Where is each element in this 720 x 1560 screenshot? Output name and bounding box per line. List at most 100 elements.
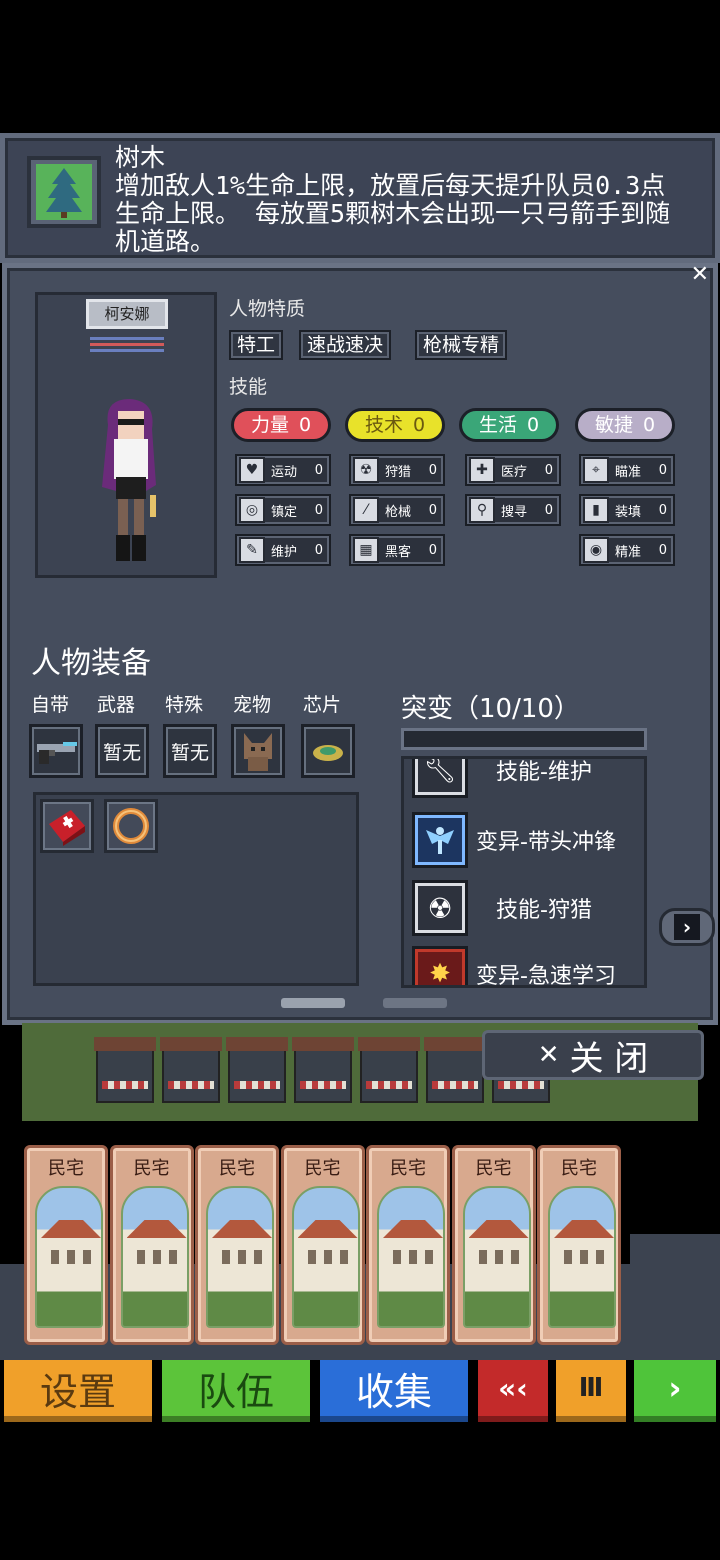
inventory-item[interactable] — [104, 799, 158, 853]
skill-value: 0 — [658, 542, 667, 558]
trait-tag[interactable]: 速战速决 — [299, 330, 392, 360]
gun-icon — [37, 742, 77, 764]
traits-label: 人物特质 — [229, 298, 306, 320]
trait-tag[interactable]: 枪械专精 — [415, 330, 508, 360]
close-label: 关 闭 — [569, 1038, 649, 1079]
pet-slot[interactable] — [231, 724, 285, 778]
health-bars — [90, 337, 164, 355]
bullet-icon: ⁄ — [353, 497, 379, 523]
play-button[interactable]: › — [634, 1360, 716, 1422]
skill-value: 0 — [544, 462, 553, 478]
skill-7[interactable]: ▮ 装填 0 — [579, 494, 675, 526]
skill-label: 黑客 — [385, 544, 412, 560]
team-button[interactable]: 队伍 — [162, 1360, 310, 1422]
stat-pill[interactable]: 技术 0 — [345, 408, 445, 442]
mutation-label: 变异-带头冲锋 — [476, 830, 616, 855]
character-name: 柯安娜 — [86, 299, 168, 329]
settings-button[interactable]: 设置 — [4, 1360, 152, 1422]
next-page-button[interactable]: › — [659, 908, 715, 946]
portrait-panel: 柯安娜 — [35, 292, 217, 578]
crosshair-icon: ⌖ — [583, 457, 609, 483]
close-button[interactable]: ✕ 关 闭 — [482, 1030, 704, 1080]
stat-label: 力量 — [250, 414, 289, 436]
inventory-item[interactable] — [40, 799, 94, 853]
skill-6[interactable]: ⚲ 搜寻 0 — [465, 494, 561, 526]
tree-icon — [27, 156, 101, 228]
skill-2[interactable]: ✚ 医疗 0 — [465, 454, 561, 486]
mutation-item[interactable]: ✸ 变异-急速学习 — [412, 945, 642, 985]
skill-value: 0 — [428, 502, 437, 518]
builtin-slot[interactable] — [29, 724, 83, 778]
pause-button[interactable]: Ⅲ — [556, 1360, 626, 1422]
skill-value: 0 — [314, 462, 323, 478]
building-card[interactable]: 民宅 — [366, 1145, 450, 1345]
skill-0[interactable]: ♥ 运动 0 — [235, 454, 331, 486]
mutation-label: 技能-维护 — [496, 760, 592, 785]
tooltip-description: 增加敌人1%生命上限，放置后每天提升队员0.3点生命上限。 每放置5颗树木会出现… — [115, 171, 671, 256]
skill-5[interactable]: ⁄ 枪械 0 — [349, 494, 445, 526]
skill-3[interactable]: ⌖ 瞄准 0 — [579, 454, 675, 486]
building-card[interactable]: 民宅 — [109, 1145, 194, 1345]
skill-value: 0 — [314, 542, 323, 558]
skill-9[interactable]: ▦ 黑客 0 — [349, 534, 445, 566]
special-slot[interactable]: 暂无 — [163, 724, 217, 778]
eye-icon: ◉ — [583, 537, 609, 563]
collect-button[interactable]: 收集 — [320, 1360, 468, 1422]
tooltip-title: 树木 — [115, 143, 166, 172]
stat-value: 0 — [298, 414, 312, 436]
skill-10[interactable]: ◉ 精准 0 — [579, 534, 675, 566]
mutation-item[interactable]: 变异-带头冲锋 — [412, 811, 642, 869]
skill-label: 运动 — [271, 464, 298, 480]
skill-label: 狩猎 — [385, 464, 412, 480]
skill-label: 精准 — [615, 544, 642, 560]
card-title: 民宅 — [48, 1158, 84, 1179]
skills-label: 技能 — [229, 376, 268, 398]
skill-value: 0 — [428, 462, 437, 478]
mutation-progress-bar — [401, 728, 647, 750]
house-illustration — [120, 1186, 189, 1328]
mutations-list[interactable]: 🔧︎ 技能-维护 变异-带头冲锋 ☢ 技能-狩猎 ✸ 变异-急速学习 — [401, 756, 647, 988]
angel-icon — [412, 812, 468, 868]
mutations-title: 突变（10/10） — [401, 694, 580, 724]
skill-label: 维护 — [271, 544, 298, 560]
skill-8[interactable]: ✎ 维护 0 — [235, 534, 331, 566]
stat-value: 0 — [526, 414, 540, 436]
building-card[interactable]: 民宅 — [280, 1145, 365, 1345]
building-card[interactable]: 民宅 — [451, 1145, 536, 1345]
tooltip-panel: 树木 增加敌人1%生命上限，放置后每天提升队员0.3点生命上限。 每放置5颗树木… — [0, 133, 720, 263]
house-illustration — [206, 1186, 274, 1328]
card-title: 民宅 — [390, 1158, 426, 1179]
stat-label: 敏捷 — [594, 414, 633, 436]
stat-label: 技术 — [364, 414, 403, 436]
glasses-icon: ◎ — [239, 497, 265, 523]
building-card[interactable]: 民宅 — [195, 1145, 279, 1345]
close-icon[interactable]: ✕ — [691, 262, 709, 287]
slot-label-weapon: 武器 — [97, 694, 136, 716]
heart-icon: ♥ — [239, 457, 265, 483]
slot-label-special: 特殊 — [165, 694, 204, 716]
magazine-icon: ▮ — [583, 497, 609, 523]
skill-1[interactable]: ☢ 狩猎 0 — [349, 454, 445, 486]
page-indicator-active — [281, 998, 345, 1008]
chevron-right-icon: › — [674, 914, 700, 940]
stat-pill[interactable]: 力量 0 — [231, 408, 331, 442]
mutation-item[interactable]: 🔧︎ 技能-维护 — [412, 759, 642, 799]
cat-pet-icon — [244, 733, 272, 771]
stat-pill[interactable]: 生活 0 — [459, 408, 559, 442]
chip-slot[interactable] — [301, 724, 355, 778]
trait-tag[interactable]: 特工 — [229, 330, 284, 360]
skill-4[interactable]: ◎ 镇定 0 — [235, 494, 331, 526]
card-title: 民宅 — [561, 1158, 597, 1179]
building-card[interactable]: 民宅 — [537, 1145, 621, 1345]
skill-label: 医疗 — [501, 464, 528, 480]
mutation-item[interactable]: ☢ 技能-狩猎 — [412, 879, 642, 937]
house-illustration — [291, 1186, 360, 1328]
building-card[interactable]: 民宅 — [24, 1145, 108, 1345]
weapon-slot[interactable]: 暂无 — [95, 724, 149, 778]
rewind-button[interactable]: «‹ — [478, 1360, 548, 1422]
skill-value: 0 — [428, 542, 437, 558]
stat-pill[interactable]: 敏捷 0 — [575, 408, 675, 442]
card-title: 民宅 — [133, 1158, 170, 1179]
wrench-icon: ✎ — [239, 537, 265, 563]
slot-label-builtin: 自带 — [31, 694, 70, 716]
